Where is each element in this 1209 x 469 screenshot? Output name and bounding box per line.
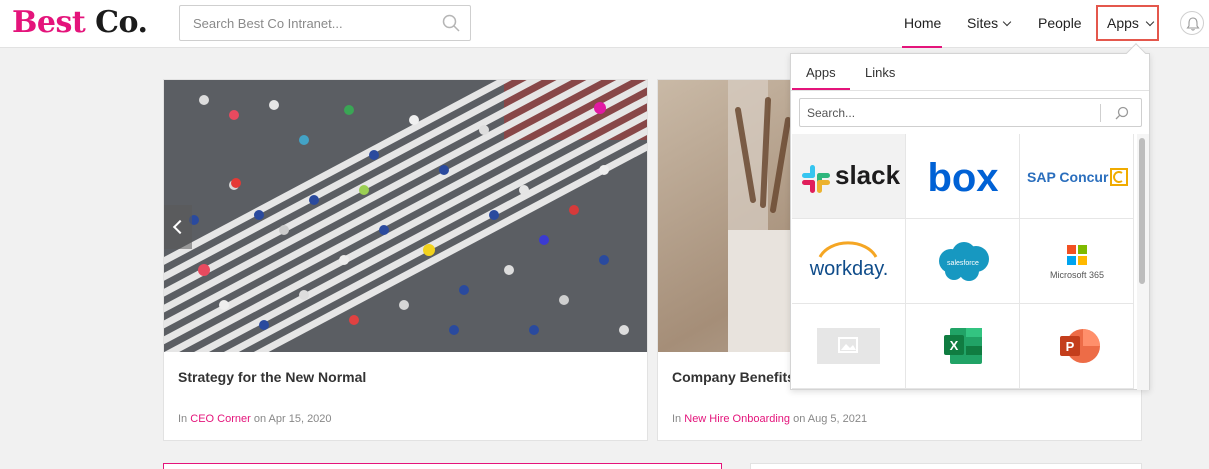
app-tile-slack[interactable]: slack [792, 134, 906, 219]
excel-icon: X [944, 328, 982, 364]
app-tile-sap-concur[interactable]: SAP Concur [1020, 134, 1134, 219]
nav-home-active-indicator [902, 46, 942, 48]
nav-apps[interactable]: Apps [1096, 5, 1159, 41]
app-tile-box[interactable]: box [906, 134, 1020, 219]
nav-home[interactable]: Home [902, 0, 942, 48]
intranet-search-input[interactable] [180, 6, 430, 40]
apps-dropdown-tabs: Apps Links [791, 54, 1149, 91]
news-card-date: Aug 5, 2021 [807, 413, 868, 425]
nav-sites-label: Sites [967, 15, 999, 31]
logo-rest-text: Co. [95, 5, 148, 40]
intranet-search-box [179, 5, 471, 41]
news-card[interactable]: Strategy for the New Normal In CEO Corne… [163, 79, 648, 441]
apps-grid: slack box SAP Concur workday. salesforce… [792, 134, 1137, 390]
news-card-image-crosswalk [164, 80, 647, 352]
nav-home-label: Home [904, 15, 942, 31]
app-tile-microsoft-365[interactable]: Microsoft 365 [1020, 219, 1134, 304]
slack-wordmark: slack [835, 160, 901, 190]
apps-search-box [799, 98, 1142, 127]
nav-apps-label: Apps [1107, 15, 1139, 31]
search-icon[interactable] [442, 14, 460, 37]
carousel-previous-button[interactable] [164, 205, 192, 249]
apps-scrollbar-thumb[interactable] [1139, 138, 1145, 284]
box-logo: box [927, 156, 998, 200]
news-card-title[interactable]: Strategy for the New Normal [178, 369, 366, 385]
content-panel-top [163, 463, 722, 469]
app-tile-workday[interactable]: workday. [792, 219, 906, 304]
nav-people-label: People [1038, 15, 1082, 31]
meta-mid: on [793, 413, 806, 425]
image-placeholder-icon [817, 328, 880, 364]
box-wordmark: box [927, 156, 998, 200]
app-tile-placeholder[interactable] [792, 304, 906, 389]
chevron-down-icon [1002, 17, 1012, 27]
news-card-date: Apr 15, 2020 [268, 413, 332, 425]
nav-people[interactable]: People [1038, 0, 1082, 48]
apps-search-input[interactable] [800, 99, 1090, 126]
excel-letter: X [950, 338, 959, 353]
app-tile-excel[interactable]: X [906, 304, 1020, 389]
tab-links[interactable]: Links [865, 65, 895, 80]
news-card-category-link[interactable]: CEO Corner [190, 413, 251, 425]
content-panel-top [750, 463, 1142, 469]
microsoft-365-wordmark: Microsoft 365 [1050, 270, 1104, 280]
meta-prefix: In [178, 413, 188, 425]
search-divider [1100, 104, 1101, 122]
microsoft-365-logo: Microsoft 365 [1050, 245, 1104, 280]
news-card-category-link[interactable]: New Hire Onboarding [684, 413, 790, 425]
meta-mid: on [253, 413, 267, 425]
workday-wordmark: workday. [809, 258, 889, 280]
salesforce-logo: salesforce [939, 242, 989, 281]
news-card-meta: In CEO Corner on Apr 15, 2020 [178, 413, 332, 425]
search-icon[interactable] [1115, 106, 1129, 125]
chevron-down-icon [1145, 17, 1155, 27]
company-logo[interactable]: Best Co. [12, 5, 148, 40]
notifications-button[interactable] [1180, 11, 1204, 35]
apps-dropdown-panel: Apps Links slack [790, 43, 1150, 390]
slack-logo: slack [802, 160, 901, 193]
bell-icon [1186, 17, 1200, 31]
workday-logo: workday. [809, 241, 889, 280]
nav-sites[interactable]: Sites [967, 0, 1012, 48]
salesforce-wordmark: salesforce [947, 260, 979, 267]
news-card-title[interactable]: Company Benefits [672, 369, 795, 385]
tab-apps-active-indicator [792, 88, 850, 90]
sap-concur-logo: SAP Concur [1027, 168, 1128, 186]
sap-concur-wordmark: SAP Concur [1027, 169, 1109, 185]
logo-brand-text: Best [12, 5, 86, 40]
app-tile-powerpoint[interactable]: P [1020, 304, 1134, 389]
tab-apps[interactable]: Apps [806, 65, 836, 80]
app-tile-salesforce[interactable]: salesforce [906, 219, 1020, 304]
meta-prefix: In [672, 413, 682, 425]
news-card-meta: In New Hire Onboarding on Aug 5, 2021 [672, 413, 867, 425]
top-navigation-bar: Best Co. Home Sites People Apps [0, 0, 1209, 48]
powerpoint-letter: P [1066, 339, 1075, 354]
powerpoint-icon: P [1060, 329, 1100, 363]
crosswalk-photo [164, 80, 647, 352]
